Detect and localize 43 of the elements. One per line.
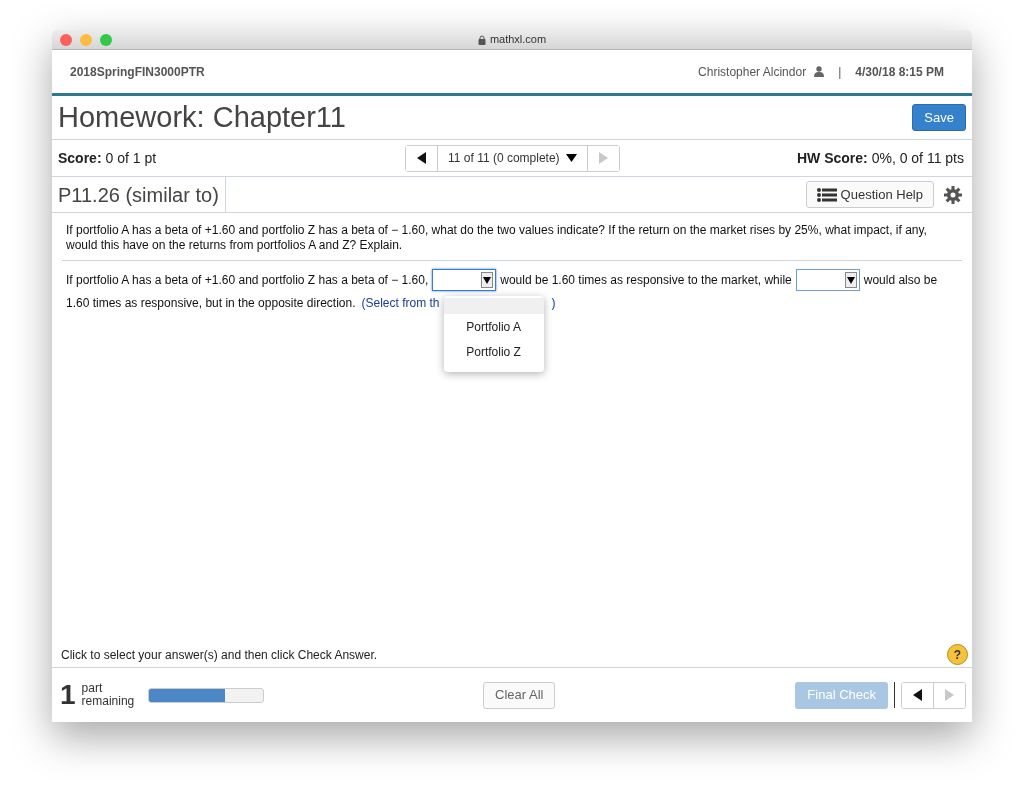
page-title: Homework: Chapter11 <box>58 99 346 135</box>
menu-option[interactable]: Portfolio A <box>444 314 545 339</box>
answer-text: would also be <box>863 272 938 289</box>
previous-button[interactable] <box>406 145 437 171</box>
question-help-button[interactable]: Question Help <box>805 181 934 208</box>
caret-icon <box>844 272 857 288</box>
right-arrow-icon <box>945 689 954 701</box>
list-icon <box>816 187 837 202</box>
settings-icon[interactable] <box>944 185 962 204</box>
hint-text: ) <box>551 295 556 312</box>
left-arrow-icon <box>417 152 426 164</box>
question-id: P11.26 (similar to) <box>52 177 226 212</box>
user-icon <box>814 66 825 77</box>
hw-score-text: HW Score: 0%, 0 of 11 pts <box>796 148 964 168</box>
answer-text: would be 1.60 times as responsive to the market, while <box>500 272 792 289</box>
caret-icon <box>481 272 494 288</box>
course-name: 2018SpringFIN3000PTR <box>70 63 205 81</box>
parts-count: 1 <box>60 678 76 712</box>
close-button[interactable] <box>60 33 72 46</box>
clear-all-button[interactable]: Clear All <box>483 681 556 709</box>
right-arrow-icon <box>598 152 608 164</box>
help-button[interactable]: ? <box>947 644 968 665</box>
question-selector[interactable]: 11 of 11 (0 complete) <box>437 145 588 171</box>
caret-icon <box>565 154 577 162</box>
address-text: mathxl.com <box>489 32 547 48</box>
parts-label: part remaining <box>81 682 136 708</box>
dropdown-field[interactable] <box>432 269 497 291</box>
maximize-button[interactable] <box>100 33 112 46</box>
minimize-button[interactable] <box>80 33 92 46</box>
separator-text: | <box>838 63 842 81</box>
score-text: Score: 0 of 1 pt <box>58 148 157 168</box>
question-prompt: If portfolio A has a beta of +1.60 and portfolio Z has a beta of − 1.60, what do the two values indicate? If the return on the market rises by 25%, what impact, if any, would this have on the returns from portfolios A and Z? Explain. <box>62 213 962 261</box>
lock-icon <box>477 34 486 45</box>
dropdown-field[interactable] <box>795 269 860 291</box>
user-name: Christopher Alcindor <box>698 63 807 81</box>
hint-text: (Select from th <box>361 295 440 312</box>
instruction-text: Click to select your answer(s) and then click Check Answer. <box>61 646 378 664</box>
save-button[interactable]: Save <box>912 104 966 131</box>
date-time: 4/30/18 8:15 PM <box>855 63 944 81</box>
answer-text: If portfolio A has a beta of +1.60 and portfolio Z has a beta of − 1.60, <box>66 272 429 289</box>
left-arrow-icon <box>913 689 922 701</box>
menu-option[interactable]: Portfolio Z <box>444 339 545 364</box>
answer-text: 1.60 times as responsive, but in the opposite direction. <box>66 295 356 312</box>
